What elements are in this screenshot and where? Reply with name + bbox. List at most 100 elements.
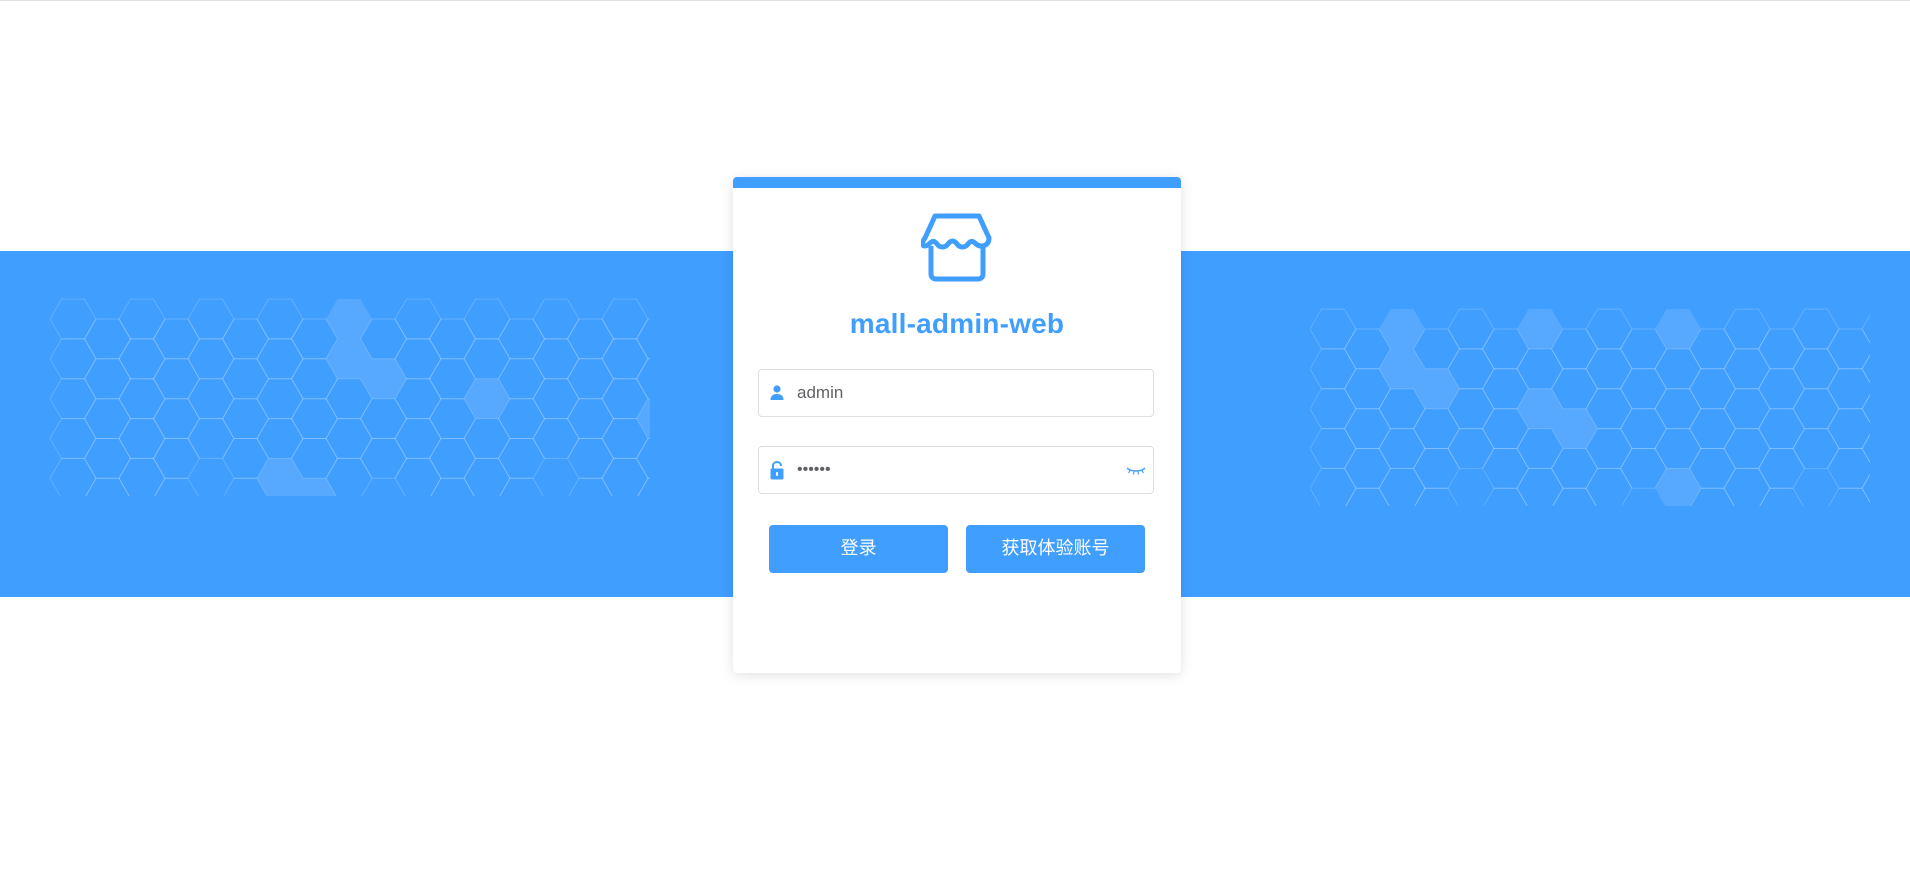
hexagon-decoration xyxy=(1585,308,1633,350)
hexagon-decoration xyxy=(359,398,408,439)
hexagon-decoration xyxy=(256,418,304,459)
hexagon-decoration xyxy=(187,418,235,459)
hexagon-decoration xyxy=(1378,428,1426,469)
hexagon-decoration xyxy=(463,298,511,340)
hexagon-decoration xyxy=(1343,408,1392,449)
hexagon-decoration xyxy=(1447,428,1495,469)
hexagon-decoration xyxy=(187,298,235,340)
hexagon-decoration xyxy=(256,298,304,340)
hexagon-decoration xyxy=(1723,428,1771,469)
hexagon-decoration xyxy=(83,358,132,400)
hexagon-decoration xyxy=(532,378,580,420)
hexagon-decoration xyxy=(50,338,97,380)
username-value[interactable]: admin xyxy=(797,370,843,416)
hexagon-decoration xyxy=(1826,448,1870,489)
hexagon-decoration xyxy=(1619,408,1668,449)
hexagon-decoration xyxy=(118,298,166,340)
hexagon-decoration xyxy=(637,477,650,496)
lock-icon xyxy=(770,460,784,480)
hexagon-decoration xyxy=(1792,388,1840,430)
hexagon-decoration xyxy=(1757,408,1806,449)
shop-icon xyxy=(921,213,992,282)
hexagon-decoration xyxy=(1654,348,1702,390)
hexagon-decoration xyxy=(1343,448,1392,489)
hexagon-decoration xyxy=(1792,308,1840,350)
eye-closed-icon[interactable] xyxy=(1125,461,1147,479)
hexagon-decoration xyxy=(1723,388,1771,430)
hexagon-decoration xyxy=(1861,393,1870,424)
hexagon-decoration xyxy=(532,418,580,459)
hexagon-decoration xyxy=(1550,448,1599,489)
hexagon-decoration xyxy=(635,438,650,479)
hexagon-decoration xyxy=(326,299,372,339)
hexagon-decoration xyxy=(1517,309,1563,349)
hexagon-pattern-right xyxy=(1310,308,1870,506)
hexagon-decoration xyxy=(118,418,166,459)
hexagon-decoration xyxy=(152,398,201,439)
hexagon-decoration xyxy=(359,438,408,479)
hexagon-decoration xyxy=(1619,368,1668,410)
hexagon-decoration xyxy=(256,338,304,380)
hexagon-decoration xyxy=(1688,408,1737,449)
password-value[interactable]: •••••• xyxy=(797,447,831,493)
hexagon-decoration xyxy=(83,438,132,479)
hexagon-decoration xyxy=(497,438,546,479)
hexagon-decoration xyxy=(1826,368,1870,410)
hexagon-decoration xyxy=(1723,308,1771,350)
hexagon-decoration xyxy=(428,318,477,360)
hexagon-decoration xyxy=(1654,388,1702,430)
hexagon-decoration xyxy=(601,338,649,380)
hexagon-decoration xyxy=(1379,309,1425,349)
login-button[interactable]: 登录 xyxy=(769,525,948,573)
hexagon-decoration xyxy=(1310,388,1357,430)
hexagon-pattern-left xyxy=(50,298,650,496)
hexagon-decoration xyxy=(464,378,510,419)
password-field[interactable]: •••••• xyxy=(758,446,1154,494)
hexagon-decoration xyxy=(566,318,615,360)
hexagon-decoration xyxy=(428,438,477,479)
hexagon-decoration xyxy=(50,418,97,459)
username-field[interactable]: admin xyxy=(758,369,1154,417)
hexagon-decoration xyxy=(221,398,270,439)
hexagon-decoration xyxy=(152,358,201,400)
hexagon-decoration xyxy=(221,358,270,400)
hexagon-decoration xyxy=(1414,487,1459,506)
hexagon-decoration xyxy=(1310,428,1357,469)
hexagon-decoration xyxy=(1585,348,1633,390)
hexagon-decoration xyxy=(1481,448,1530,489)
top-divider xyxy=(0,0,1910,1)
hexagon-decoration xyxy=(1861,353,1870,384)
get-trial-account-button[interactable]: 获取体验账号 xyxy=(966,525,1145,573)
hexagon-decoration xyxy=(566,398,615,439)
hexagon-decoration xyxy=(290,398,339,439)
hexagon-decoration xyxy=(394,298,442,340)
hexagon-decoration xyxy=(1688,368,1737,410)
login-card: mall-admin-web admin •••••• 登录 获取体验账号 xyxy=(733,177,1181,673)
hexagon-decoration xyxy=(50,378,97,420)
hexagon-decoration xyxy=(1826,328,1870,370)
hexagon-decoration xyxy=(1585,467,1633,506)
hexagon-decoration xyxy=(1447,308,1495,350)
hexagon-decoration xyxy=(83,318,132,360)
hexagon-decoration xyxy=(499,477,544,496)
hexagon-decoration xyxy=(1757,448,1806,489)
hexagon-decoration xyxy=(394,418,442,459)
user-icon xyxy=(770,385,784,400)
hexagon-decoration xyxy=(1861,314,1870,344)
hexagon-decoration xyxy=(187,378,235,420)
hexagon-decoration xyxy=(1310,308,1357,350)
hexagon-decoration xyxy=(118,378,166,420)
hexagon-decoration xyxy=(1655,309,1701,349)
hexagon-decoration xyxy=(636,398,650,439)
hexagon-decoration xyxy=(152,438,201,479)
hexagon-decoration xyxy=(497,318,546,360)
hexagon-decoration xyxy=(635,318,650,360)
hexagon-decoration xyxy=(1723,348,1771,390)
hexagon-decoration xyxy=(221,318,270,360)
hexagon-decoration xyxy=(187,338,235,380)
hexagon-decoration xyxy=(532,298,580,340)
hexagon-decoration xyxy=(1861,473,1870,504)
hexagon-decoration xyxy=(1757,368,1806,410)
hexagon-decoration xyxy=(601,298,649,340)
hexagon-decoration xyxy=(83,398,132,439)
